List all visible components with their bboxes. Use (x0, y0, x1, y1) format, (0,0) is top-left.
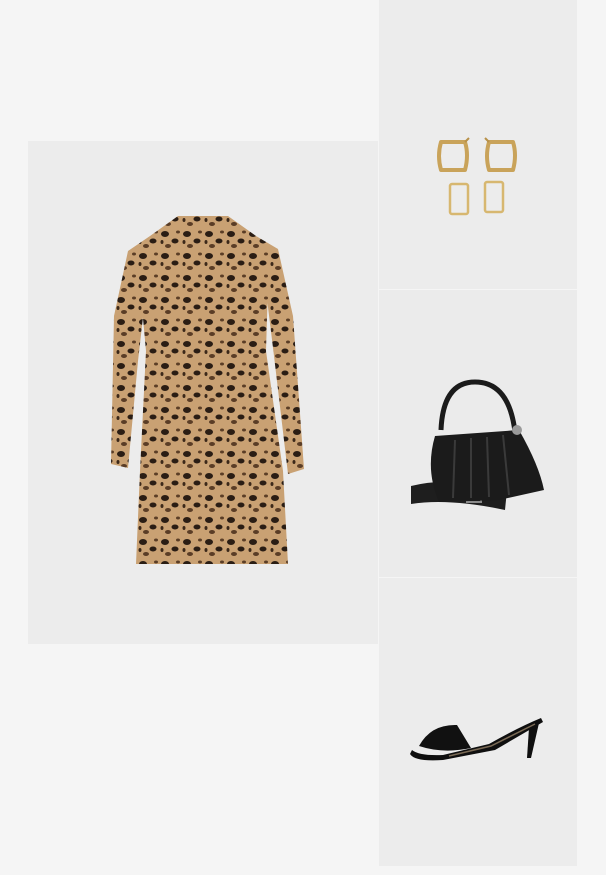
earrings-product-image[interactable] (379, 0, 577, 289)
gold-earrings-picture (437, 137, 517, 216)
dress-product-image[interactable] (28, 141, 378, 644)
handbag-product-image[interactable] (379, 290, 577, 577)
leopard-dress-picture (111, 216, 304, 564)
sandal-product-image[interactable] (379, 578, 577, 866)
black-handbag-picture (411, 379, 544, 510)
black-mule-picture (410, 718, 543, 761)
outfit-board: { "board": { "background": "#f5f5f5", "t… (0, 0, 606, 875)
